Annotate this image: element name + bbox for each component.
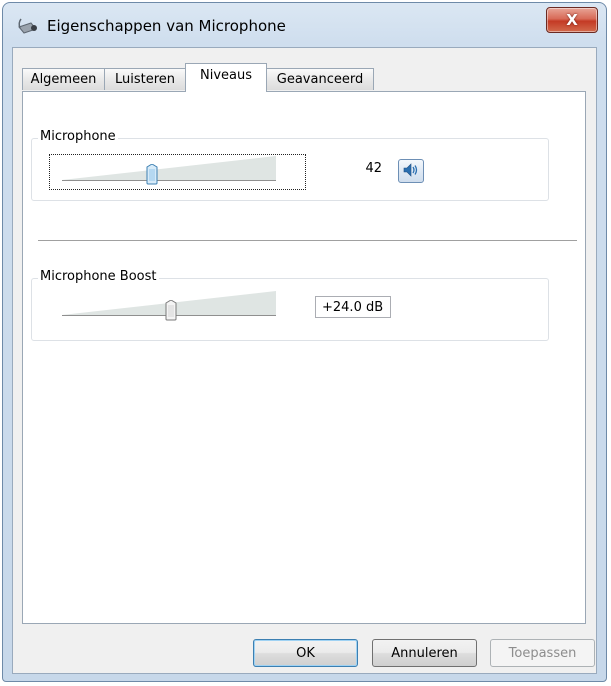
microphone-boost-slider[interactable] — [54, 291, 304, 323]
microphone-slider-thumb[interactable] — [146, 164, 158, 185]
microphone-group: Microphone 42 — [31, 129, 549, 201]
tab-algemeen[interactable]: Algemeen — [22, 68, 105, 90]
tab-panel-niveaus: Microphone 42 Microphone Boost +24.0 dB — [22, 91, 586, 624]
close-icon: X — [566, 11, 578, 29]
close-button[interactable]: X — [546, 7, 598, 33]
microphone-group-label: Microphone — [38, 129, 118, 144]
dialog-client-area: Algemeen Luisteren Niveaus Geavanceerd M… — [12, 47, 597, 674]
ok-button[interactable]: OK — [253, 639, 358, 667]
microphone-icon — [17, 15, 39, 37]
microphone-level-slider[interactable] — [54, 156, 304, 186]
boost-slider-thumb[interactable] — [165, 300, 177, 321]
microphone-boost-group: Microphone Boost +24.0 dB — [31, 269, 549, 341]
slider-volume-wedge — [62, 156, 276, 180]
slider-track — [62, 180, 276, 181]
speaker-volume-icon — [403, 162, 419, 181]
section-separator — [38, 240, 577, 242]
mute-toggle-button[interactable] — [398, 159, 424, 183]
tab-geavanceerd[interactable]: Geavanceerd — [266, 68, 374, 90]
tab-luisteren[interactable]: Luisteren — [104, 68, 186, 90]
properties-window: Eigenschappen van Microphone X Algemeen … — [2, 2, 607, 682]
microphone-level-value: 42 — [365, 161, 382, 176]
title-bar[interactable]: Eigenschappen van Microphone X — [3, 3, 606, 49]
tab-niveaus[interactable]: Niveaus — [185, 63, 267, 92]
window-title: Eigenschappen van Microphone — [47, 17, 286, 35]
boost-value-field[interactable]: +24.0 dB — [315, 296, 391, 318]
apply-button[interactable]: Toepassen — [490, 639, 595, 667]
microphone-boost-group-label: Microphone Boost — [38, 269, 159, 284]
cancel-button[interactable]: Annuleren — [372, 639, 477, 667]
